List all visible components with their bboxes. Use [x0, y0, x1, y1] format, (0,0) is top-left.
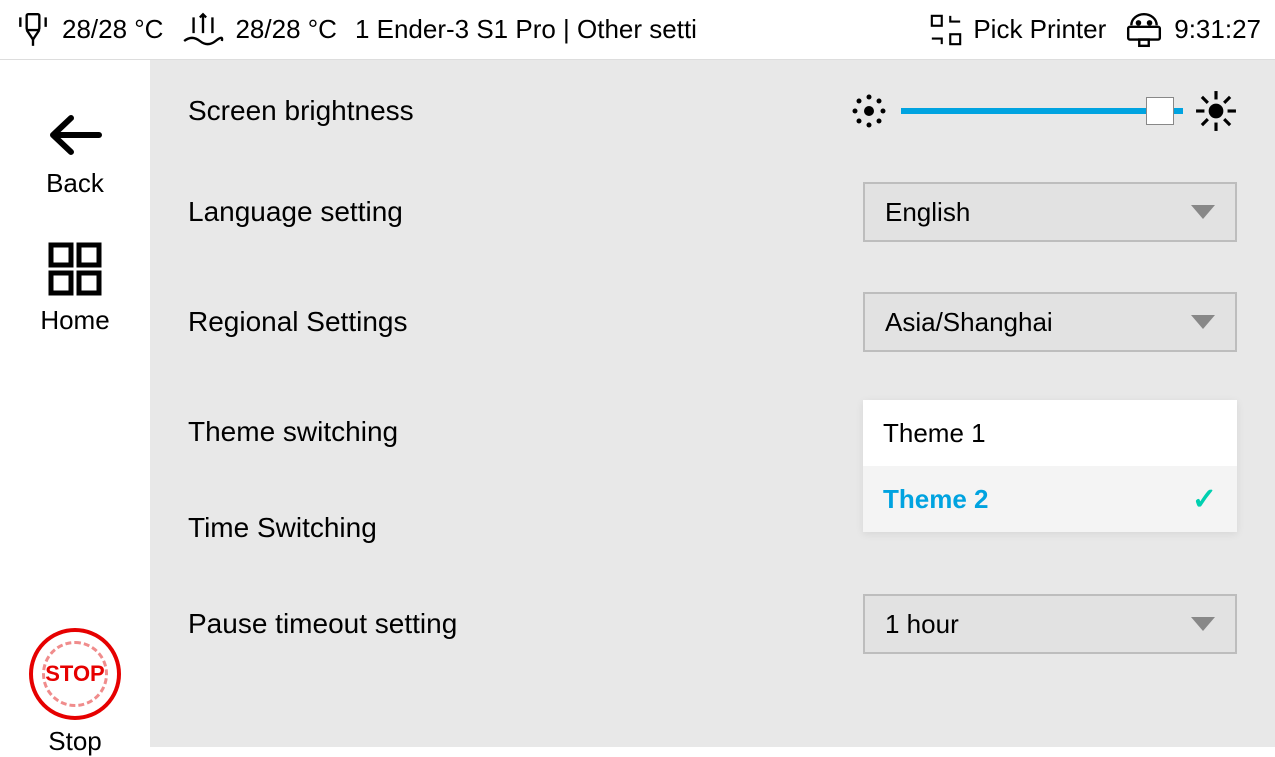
pause-label: Pause timeout setting: [188, 608, 863, 640]
printer-title: 1 Ender-3 S1 Pro | Other setti: [355, 14, 911, 45]
pause-dropdown[interactable]: 1 hour: [863, 594, 1237, 654]
printer-head-icon: [1124, 11, 1164, 49]
stop-icon: STOP: [29, 628, 121, 720]
pause-value: 1 hour: [885, 609, 959, 640]
language-row: Language setting English: [188, 182, 1237, 242]
pause-row: Pause timeout setting 1 hour: [188, 594, 1237, 654]
stop-label: Stop: [48, 726, 102, 757]
language-value: English: [885, 197, 970, 228]
check-icon: ✓: [1192, 482, 1217, 517]
region-label: Regional Settings: [188, 306, 863, 338]
pick-printer-label: Pick Printer: [973, 14, 1106, 45]
top-status-bar: 28/28 °C 28/28 °C 1 Ender-3 S1 Pro | Oth…: [0, 0, 1275, 60]
chevron-down-icon: [1191, 617, 1215, 631]
brightness-low-icon: [849, 91, 889, 131]
printer-title-text: 1 Ender-3 S1 Pro | Other setti: [355, 14, 697, 45]
home-grid-icon: [47, 241, 103, 297]
settings-panel: Screen brightness: [150, 60, 1275, 747]
theme-label: Theme switching: [188, 416, 863, 448]
pick-printer-icon: [929, 13, 963, 47]
language-label: Language setting: [188, 196, 863, 228]
main-area: Back Home STOP Stop Screen brightness: [0, 60, 1275, 747]
time-value: 9:31:27: [1174, 14, 1261, 45]
pick-printer[interactable]: Pick Printer: [929, 13, 1106, 47]
language-dropdown[interactable]: English: [863, 182, 1237, 242]
bed-temp: 28/28 °C: [181, 11, 336, 49]
chevron-down-icon: [1191, 205, 1215, 219]
brightness-label: Screen brightness: [188, 95, 849, 127]
region-row: Regional Settings Asia/Shanghai: [188, 292, 1237, 352]
region-value: Asia/Shanghai: [885, 307, 1053, 338]
brightness-slider-thumb[interactable]: [1146, 97, 1174, 125]
sidebar: Back Home STOP Stop: [0, 60, 150, 747]
brightness-row: Screen brightness: [188, 90, 1237, 132]
nozzle-temp-value: 28/28 °C: [62, 14, 163, 45]
bed-temp-value: 28/28 °C: [235, 14, 336, 45]
theme-option-2[interactable]: Theme 2 ✓: [863, 466, 1237, 532]
back-button[interactable]: Back: [45, 110, 105, 199]
time-switching-label: Time Switching: [188, 512, 863, 544]
theme-dropdown-list: Theme 1 Theme 2 ✓: [863, 400, 1237, 532]
brightness-slider[interactable]: [901, 108, 1183, 114]
home-button[interactable]: Home: [40, 241, 109, 336]
stop-icon-text: STOP: [45, 661, 105, 687]
region-dropdown[interactable]: Asia/Shanghai: [863, 292, 1237, 352]
theme-option-1[interactable]: Theme 1: [863, 400, 1237, 466]
brightness-high-icon: [1195, 90, 1237, 132]
time-display: 9:31:27: [1124, 11, 1261, 49]
nozzle-temp: 28/28 °C: [14, 11, 163, 49]
theme-option-1-label: Theme 1: [883, 418, 986, 449]
home-label: Home: [40, 305, 109, 336]
back-arrow-icon: [45, 110, 105, 160]
brightness-control[interactable]: [849, 90, 1237, 132]
stop-button[interactable]: STOP Stop: [29, 628, 121, 757]
bed-temp-icon: [181, 11, 225, 49]
theme-option-2-label: Theme 2: [883, 484, 989, 515]
chevron-down-icon: [1191, 315, 1215, 329]
back-label: Back: [46, 168, 104, 199]
nozzle-temp-icon: [14, 11, 52, 49]
